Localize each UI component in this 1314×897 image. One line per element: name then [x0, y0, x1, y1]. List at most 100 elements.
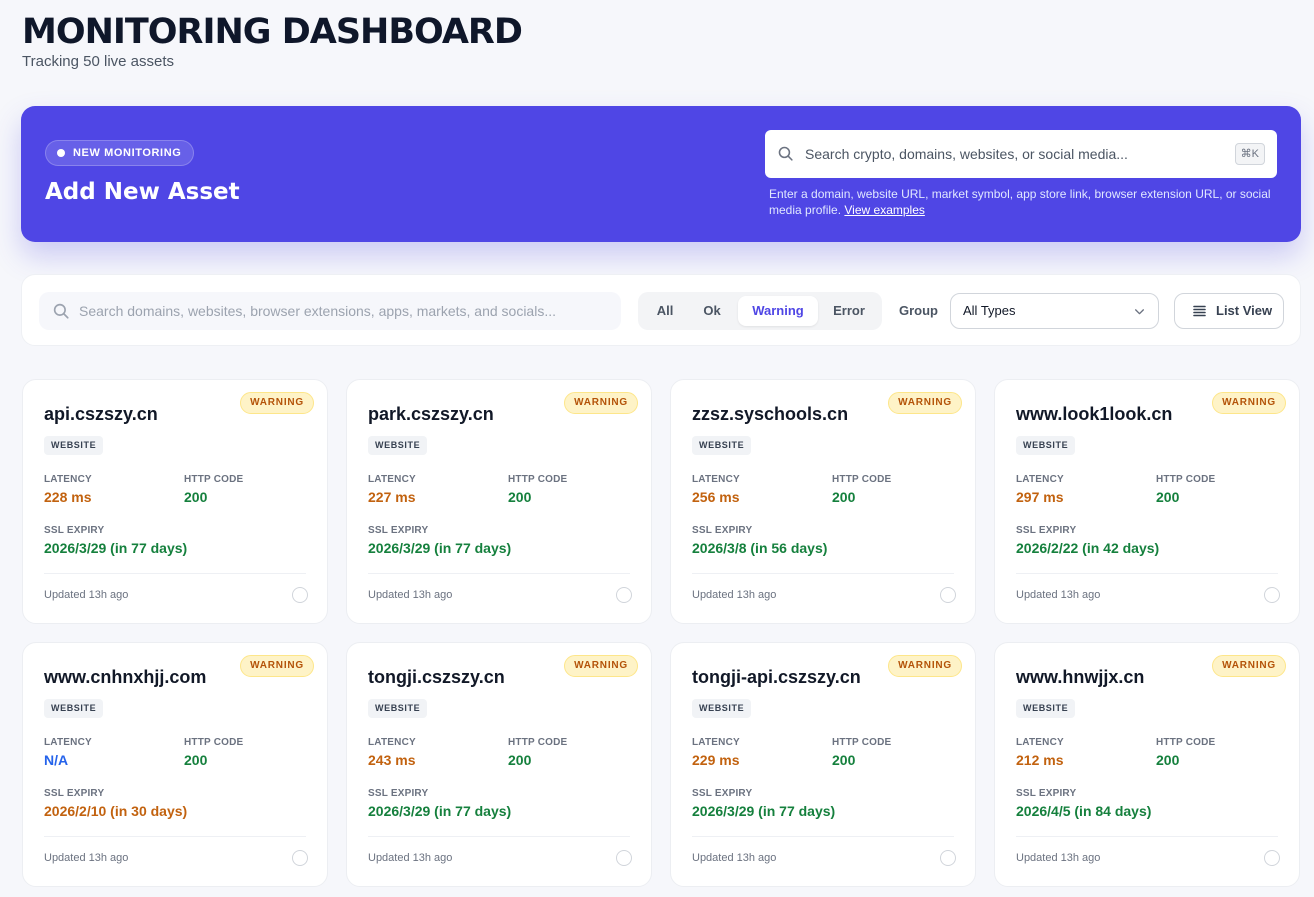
tab-ok[interactable]: Ok — [693, 296, 731, 326]
asset-name[interactable]: zzsz.syschools.cn — [692, 404, 848, 425]
latency-value: 243 ms — [368, 752, 416, 768]
latency-label: LATENCY — [368, 474, 416, 485]
asset-name[interactable]: api.cszszy.cn — [44, 404, 158, 425]
status-badge: WARNING — [240, 392, 314, 414]
group-label: Group — [899, 303, 938, 318]
select-checkbox[interactable] — [292, 587, 308, 603]
type-badge: WEBSITE — [44, 436, 104, 455]
tab-warning[interactable]: Warning — [738, 296, 818, 326]
asset-card[interactable]: WARNING tongji-api.cszszy.cn WEBSITE LAT… — [670, 642, 976, 887]
ssl-expiry-value: 2026/3/29 (in 77 days) — [368, 540, 512, 556]
http-code-label: HTTP CODE — [832, 474, 892, 485]
ssl-expiry-label: SSL EXPIRY — [1016, 525, 1077, 536]
status-badge: WARNING — [564, 392, 638, 414]
updated-time: Updated 13h ago — [692, 589, 777, 601]
latency-label: LATENCY — [692, 474, 740, 485]
asset-card[interactable]: WARNING www.cnhnxhjj.com WEBSITE LATENCY… — [22, 642, 328, 887]
asset-name[interactable]: tongji.cszszy.cn — [368, 667, 505, 688]
http-code-value: 200 — [1156, 489, 1180, 505]
asset-card[interactable]: WARNING tongji.cszszy.cn WEBSITE LATENCY… — [346, 642, 652, 887]
status-badge: WARNING — [888, 655, 962, 677]
http-code-label: HTTP CODE — [184, 737, 244, 748]
latency-label: LATENCY — [368, 737, 416, 748]
updated-time: Updated 13h ago — [368, 852, 453, 864]
type-badge: WEBSITE — [368, 699, 428, 718]
asset-name[interactable]: www.look1look.cn — [1016, 404, 1172, 425]
asset-card[interactable]: WARNING park.cszszy.cn WEBSITE LATENCY 2… — [346, 379, 652, 624]
ssl-expiry-label: SSL EXPIRY — [1016, 788, 1077, 799]
list-view-button[interactable]: List View — [1174, 293, 1284, 329]
chevron-down-icon — [1135, 309, 1144, 315]
latency-label: LATENCY — [44, 737, 92, 748]
asset-search[interactable] — [39, 292, 621, 330]
asset-card[interactable]: WARNING zzsz.syschools.cn WEBSITE LATENC… — [670, 379, 976, 624]
asset-card[interactable]: WARNING www.look1look.cn WEBSITE LATENCY… — [994, 379, 1300, 624]
select-checkbox[interactable] — [940, 850, 956, 866]
ssl-expiry-value: 2026/3/29 (in 77 days) — [44, 540, 188, 556]
type-badge: WEBSITE — [1016, 699, 1076, 718]
select-checkbox[interactable] — [616, 587, 632, 603]
add-asset-search[interactable]: ⌘K — [765, 130, 1277, 178]
select-checkbox[interactable] — [1264, 587, 1280, 603]
status-badge: WARNING — [240, 655, 314, 677]
updated-time: Updated 13h ago — [1016, 852, 1101, 864]
latency-value: 228 ms — [44, 489, 92, 505]
status-badge: WARNING — [564, 655, 638, 677]
ssl-expiry-label: SSL EXPIRY — [44, 525, 105, 536]
select-checkbox[interactable] — [1264, 850, 1280, 866]
page-title: MONITORING DASHBOARD — [22, 12, 523, 52]
asset-name[interactable]: tongji-api.cszszy.cn — [692, 667, 861, 688]
latency-label: LATENCY — [1016, 474, 1064, 485]
add-asset-title: Add New Asset — [45, 179, 240, 205]
add-asset-panel: NEW MONITORING Add New Asset ⌘K Enter a … — [21, 106, 1301, 242]
asset-name[interactable]: www.hnwjjx.cn — [1016, 667, 1144, 688]
add-asset-help: Enter a domain, website URL, market symb… — [769, 186, 1281, 218]
ssl-expiry-value: 2026/4/5 (in 84 days) — [1016, 803, 1152, 819]
latency-label: LATENCY — [1016, 737, 1064, 748]
http-code-label: HTTP CODE — [1156, 737, 1216, 748]
ssl-expiry-label: SSL EXPIRY — [692, 525, 753, 536]
asset-card[interactable]: WARNING www.hnwjjx.cn WEBSITE LATENCY 21… — [994, 642, 1300, 887]
type-badge: WEBSITE — [44, 699, 104, 718]
type-badge: WEBSITE — [1016, 436, 1076, 455]
tab-error[interactable]: Error — [824, 296, 874, 326]
type-select[interactable]: All Types — [950, 293, 1159, 329]
http-code-value: 200 — [832, 752, 856, 768]
updated-time: Updated 13h ago — [44, 852, 129, 864]
latency-value: 297 ms — [1016, 489, 1064, 505]
list-view-label: List View — [1216, 303, 1273, 318]
tab-all[interactable]: All — [646, 296, 684, 326]
divider — [44, 573, 306, 574]
type-badge: WEBSITE — [692, 699, 752, 718]
asset-name[interactable]: www.cnhnxhjj.com — [44, 667, 206, 688]
asset-name[interactable]: park.cszszy.cn — [368, 404, 494, 425]
ssl-expiry-value: 2026/3/29 (in 77 days) — [692, 803, 836, 819]
http-code-label: HTTP CODE — [508, 474, 568, 485]
ssl-expiry-value: 2026/3/8 (in 56 days) — [692, 540, 828, 556]
add-asset-search-input[interactable] — [805, 130, 1225, 178]
asset-card[interactable]: WARNING api.cszszy.cn WEBSITE LATENCY 22… — [22, 379, 328, 624]
updated-time: Updated 13h ago — [44, 589, 129, 601]
latency-value: 256 ms — [692, 489, 740, 505]
http-code-label: HTTP CODE — [508, 737, 568, 748]
select-checkbox[interactable] — [616, 850, 632, 866]
page-subtitle: Tracking 50 live assets — [22, 53, 175, 70]
http-code-label: HTTP CODE — [832, 737, 892, 748]
asset-search-input[interactable] — [79, 292, 609, 330]
new-monitoring-badge: NEW MONITORING — [45, 140, 195, 166]
updated-time: Updated 13h ago — [692, 852, 777, 864]
shortcut-hint: ⌘K — [1234, 143, 1265, 165]
select-checkbox[interactable] — [292, 850, 308, 866]
http-code-value: 200 — [184, 489, 208, 505]
status-badge: WARNING — [1212, 392, 1286, 414]
http-code-value: 200 — [508, 752, 532, 768]
list-icon — [1193, 305, 1206, 317]
ssl-expiry-label: SSL EXPIRY — [44, 788, 105, 799]
status-badge: WARNING — [888, 392, 962, 414]
view-examples-link[interactable]: View examples — [844, 203, 924, 217]
dot-icon — [57, 149, 65, 157]
search-icon — [778, 146, 793, 161]
divider — [692, 573, 954, 574]
select-checkbox[interactable] — [940, 587, 956, 603]
ssl-expiry-value: 2026/2/10 (in 30 days) — [44, 803, 188, 819]
